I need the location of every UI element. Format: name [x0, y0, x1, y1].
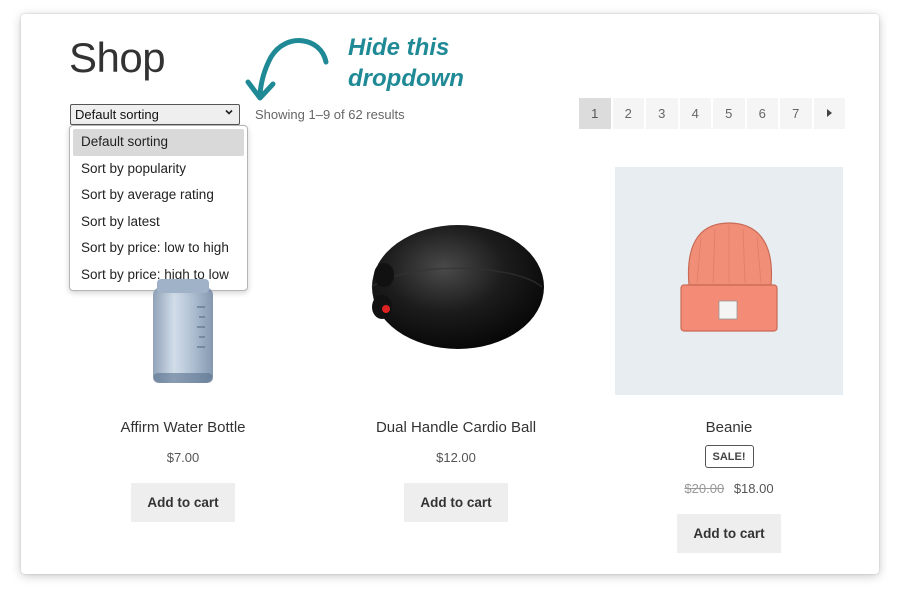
chevron-down-icon — [224, 107, 234, 120]
annotation-line-1: Hide this — [348, 34, 450, 61]
water-bottle-image[interactable] — [69, 167, 297, 395]
sort-option-default[interactable]: Default sorting — [73, 129, 244, 156]
caret-right-icon — [825, 106, 833, 121]
product-card: Affirm Water Bottle $7.00 Add to cart — [69, 167, 297, 522]
page-5[interactable]: 5 — [713, 98, 745, 129]
product-card: Beanie SALE! $20.00 $18.00 Add to cart — [615, 167, 843, 553]
page-7[interactable]: 7 — [780, 98, 812, 129]
product-price: $7.00 — [69, 450, 297, 465]
price-value: $12.00 — [436, 450, 476, 465]
sale-badge: SALE! — [704, 445, 754, 468]
price-value: $7.00 — [166, 450, 200, 465]
next-page-button[interactable] — [813, 98, 845, 129]
page-2[interactable]: 2 — [612, 98, 644, 129]
sort-select-value: Default sorting — [75, 107, 159, 122]
annotation-line-2: dropdown — [348, 65, 464, 92]
cardio-ball-image[interactable] — [342, 167, 570, 395]
product-price: $12.00 — [342, 450, 570, 465]
page-6[interactable]: 6 — [746, 98, 778, 129]
annotation-text: Hide this dropdown — [348, 32, 464, 94]
result-count: Showing 1–9 of 62 results — [255, 107, 405, 122]
pagination: 1 2 3 4 5 6 7 — [579, 98, 845, 129]
product-name[interactable]: Dual Handle Cardio Ball — [342, 419, 570, 436]
page-1[interactable]: 1 — [579, 98, 611, 129]
sort-select[interactable]: Default sorting — [70, 104, 240, 125]
screenshot-stage: Shop Hide this dropdown Default sorting … — [0, 0, 899, 600]
old-price: $20.00 — [684, 481, 725, 496]
price-value: $18.00 — [733, 481, 774, 496]
product-name[interactable]: Affirm Water Bottle — [69, 419, 297, 436]
add-to-cart-button[interactable]: Add to cart — [131, 483, 235, 522]
beanie-image[interactable] — [615, 167, 843, 395]
page-4[interactable]: 4 — [679, 98, 711, 129]
add-to-cart-button[interactable]: Add to cart — [677, 514, 781, 553]
page-3[interactable]: 3 — [646, 98, 678, 129]
add-to-cart-button[interactable]: Add to cart — [404, 483, 508, 522]
product-price: $20.00 $18.00 — [615, 481, 843, 496]
product-card: Dual Handle Cardio Ball $12.00 Add to ca… — [342, 167, 570, 522]
annotation-arrow-icon — [245, 38, 329, 101]
shop-page: Shop Hide this dropdown Default sorting … — [21, 14, 879, 574]
product-name[interactable]: Beanie — [615, 419, 843, 436]
page-title: Shop — [69, 34, 166, 81]
